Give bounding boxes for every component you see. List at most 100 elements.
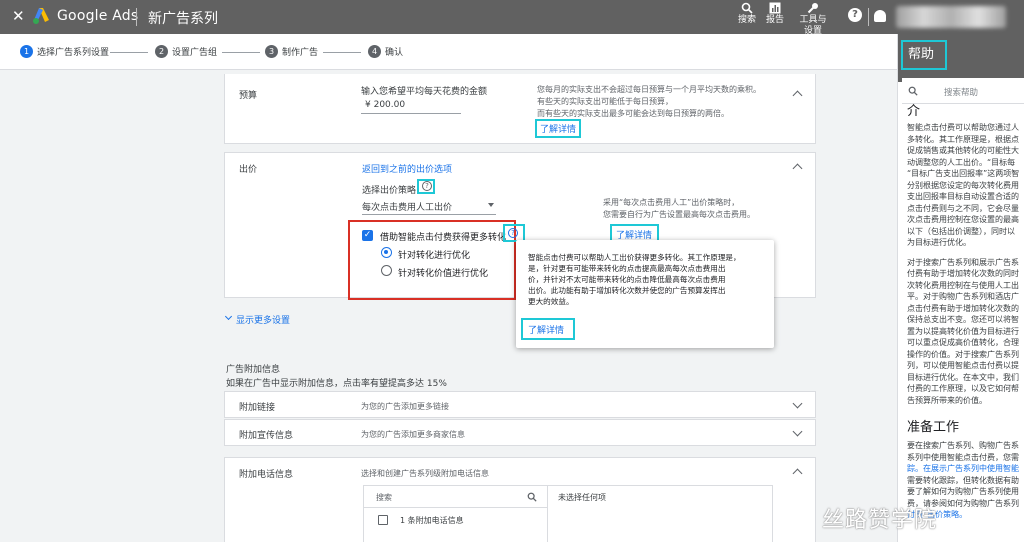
tooltip-line-4: 出价。此功能有助于增加转化次数并使您的广告预算发挥出 bbox=[528, 286, 726, 295]
step-connector bbox=[110, 52, 148, 53]
help-paragraph-line: 要了解如何为购物广告系列使用 bbox=[907, 487, 1019, 496]
help-question-icon[interactable]: ? bbox=[422, 181, 432, 191]
step-3[interactable]: 3 制作广告 bbox=[265, 45, 318, 58]
sitelinks-row[interactable]: 附加链接 为您的广告添加更多链接 bbox=[224, 391, 816, 418]
budget-desc-3: 而有些天的实际支出最多可能会达到每日预算的两倍。 bbox=[537, 109, 729, 118]
call-extension-item: 1 条附加电话信息 bbox=[400, 516, 464, 525]
expand-chevron-icon[interactable] bbox=[792, 398, 803, 409]
optimize-conversions-label: 针对转化进行优化 bbox=[398, 251, 471, 261]
page-title: 新广告系列 bbox=[148, 11, 218, 27]
step-2[interactable]: 2 设置广告组 bbox=[155, 45, 217, 58]
optimize-conversion-value-radio[interactable] bbox=[381, 265, 392, 276]
step-4[interactable]: 4 确认 bbox=[368, 45, 403, 58]
step-label: 确认 bbox=[385, 48, 404, 58]
tools-button[interactable]: 工具与 设置 bbox=[798, 2, 828, 37]
close-icon[interactable]: ✕ bbox=[12, 7, 25, 25]
help-paragraph-line: 促成销售或其他转化的可能性大 bbox=[907, 146, 1019, 155]
help-paragraph-line: 动调整您的人工出价。“目标每 bbox=[907, 157, 1016, 167]
optimize-conversions-radio[interactable] bbox=[381, 247, 392, 258]
budget-desc-1: 您每月的实际支出不会超过每日预算与一个月平均天数的乘积。 bbox=[537, 85, 761, 94]
help-paragraph-line: 平。对于购物广告系列和酒店广 bbox=[907, 292, 1019, 301]
help-paragraph-line: 付费有助于增加转化次数的同时 bbox=[907, 269, 1019, 278]
collapse-chevron-icon[interactable] bbox=[792, 163, 803, 174]
call-extension-checkbox[interactable] bbox=[378, 515, 388, 525]
help-paragraph-line: 为目标进行优化。 bbox=[907, 238, 971, 247]
dropdown-arrow-icon bbox=[488, 203, 494, 207]
extensions-subtitle: 如果在广告中显示附加信息，点击率有望提高多达 15% bbox=[226, 379, 447, 389]
divider bbox=[547, 508, 548, 542]
expand-chevron-icon[interactable] bbox=[792, 426, 803, 437]
tooltip-line-2: 是，针对更有可能带来转化的点击提高最高每次点击费用出 bbox=[528, 264, 726, 273]
help-panel: 帮助 搜索帮助 介 智能点击付费可以帮助您通过人 多转化。其工作原理是，根据点 促成… bbox=[897, 34, 1024, 542]
divider bbox=[868, 8, 869, 26]
tooltip-line-1: 智能点击付费可以帮助人工出价获得更多转化。其工作原理是， bbox=[528, 253, 741, 262]
wrench-icon bbox=[807, 3, 818, 14]
search-placeholder: 搜索 bbox=[376, 493, 392, 502]
show-more-settings-link[interactable]: 显示更多设置 bbox=[236, 313, 290, 326]
step-label: 制作广告 bbox=[282, 48, 319, 58]
reports-label: 报告 bbox=[766, 15, 785, 25]
budget-desc-2: 有些天的实际支出可能低于每日预算， bbox=[537, 97, 673, 106]
help-paragraph-line: 要在搜索广告系列、购物广告系 bbox=[907, 441, 1019, 450]
sitelinks-hint: 为您的广告添加更多链接 bbox=[361, 402, 449, 411]
callouts-row[interactable]: 附加宣传信息 为您的广告添加更多商家信息 bbox=[224, 419, 816, 446]
reports-icon bbox=[769, 2, 781, 14]
bid-strategy-label: 选择出价策略 bbox=[362, 186, 417, 196]
call-extension-search[interactable]: 搜索 bbox=[364, 486, 548, 508]
help-paragraph-line: 付费的工作原理，以及它如何帮 bbox=[907, 384, 1019, 393]
help-paragraph-line: 对于搜索广告系列和展示广告系 bbox=[907, 257, 1019, 267]
back-to-bid-options-link[interactable]: 返回到之前的出价选项 bbox=[362, 162, 452, 175]
step-label: 设置广告组 bbox=[172, 48, 218, 58]
tooltip-learn-more-link[interactable]: 了解详情 bbox=[528, 323, 564, 336]
step-connector bbox=[323, 52, 361, 53]
divider bbox=[136, 8, 137, 26]
help-paragraph-line: 分别根据您设定的每次转化费用 bbox=[907, 180, 1019, 190]
bid-strategy-dropdown[interactable]: 每次点击费用人工出价 bbox=[362, 199, 496, 215]
bidding-label: 出价 bbox=[239, 165, 258, 175]
step-number: 3 bbox=[265, 45, 278, 58]
collapse-chevron-icon[interactable] bbox=[792, 90, 803, 101]
search-icon bbox=[741, 2, 753, 14]
help-title: 帮助 bbox=[901, 40, 947, 70]
help-paragraph-line: 列，可以使用智能点击付费以提 bbox=[907, 361, 1019, 370]
enhanced-cpc-tooltip: 智能点击付费可以帮助人工出价获得更多转化。其工作原理是， 是，针对更有可能带来转… bbox=[516, 240, 774, 348]
enhanced-cpc-checkbox[interactable]: ✓ bbox=[362, 230, 373, 241]
help-paragraph-line: 需要转化跟踪，但转化数据有助 bbox=[907, 475, 1019, 485]
budget-card: 预算 输入您希望平均每天花费的金额 ¥ 200.00 您每月的实际支出不会超过每… bbox=[224, 74, 816, 144]
call-extension-label: 附加电话信息 bbox=[239, 470, 294, 480]
reports-button[interactable]: 报告 bbox=[766, 2, 784, 26]
step-number: 2 bbox=[155, 45, 168, 58]
optimize-conversion-value-label: 针对转化价值进行优化 bbox=[398, 269, 489, 279]
help-icon[interactable]: ? bbox=[848, 8, 862, 22]
step-1[interactable]: 1 选择广告系列设置 bbox=[20, 45, 109, 58]
help-paragraph-line: 点击付费则与之不同，它会尽量 bbox=[907, 203, 1019, 213]
help-search-input[interactable]: 搜索帮助 bbox=[902, 78, 1024, 104]
budget-learn-more-link[interactable]: 了解详情 bbox=[540, 122, 576, 135]
budget-input[interactable]: ¥ 200.00 bbox=[361, 98, 461, 114]
help-prep-heading: 准备工作 bbox=[907, 420, 960, 435]
step-label: 选择广告系列设置 bbox=[37, 48, 110, 58]
watermark-text: 丝路赞学院 bbox=[822, 508, 938, 533]
progress-steps: 1 选择广告系列设置 2 设置广告组 3 制作广告 4 确认 bbox=[0, 34, 1024, 70]
call-extension-card: 附加电话信息 选择和创建广告系列级附加电话信息 搜索 未选择任何项 1 条附加电… bbox=[224, 457, 816, 542]
help-paragraph-line: “目标广告支出回报率”这两项智 bbox=[907, 169, 1020, 178]
bid-side-note-2: 您需要自行为广告设置最高每次点击费用。 bbox=[603, 210, 755, 219]
brand-name: Google Ads bbox=[57, 8, 139, 24]
collapse-chevron-icon[interactable] bbox=[792, 468, 803, 479]
help-paragraph-line: 操作的价值。对于搜索广告系列 bbox=[907, 349, 1019, 359]
search-button[interactable]: 搜索 bbox=[738, 2, 756, 26]
expand-chevron-icon bbox=[224, 312, 233, 321]
step-number: 1 bbox=[20, 45, 33, 58]
extensions-title: 广告附加信息 bbox=[226, 365, 281, 375]
help-paragraph-line: 支出回报率目标自动设置合适的 bbox=[907, 192, 1019, 201]
help-question-icon[interactable]: ? bbox=[508, 228, 518, 238]
help-paragraph-line: 保持总支出不变。您还可以将智 bbox=[907, 315, 1019, 324]
help-paragraph-line: 置为以提高转化价值为目标进行 bbox=[907, 326, 1019, 336]
callouts-label: 附加宣传信息 bbox=[239, 431, 294, 441]
help-paragraph-line: 目标进行优化。在本文中，我们 bbox=[907, 372, 1019, 382]
notification-icon[interactable] bbox=[874, 10, 886, 22]
help-intro-heading: 介 bbox=[907, 104, 921, 119]
bid-strategy-value: 每次点击费用人工出价 bbox=[362, 203, 453, 213]
budget-value: ¥ 200.00 bbox=[365, 100, 406, 110]
help-paragraph-line: 可以重点促成高价值转化，合理 bbox=[907, 338, 1019, 347]
